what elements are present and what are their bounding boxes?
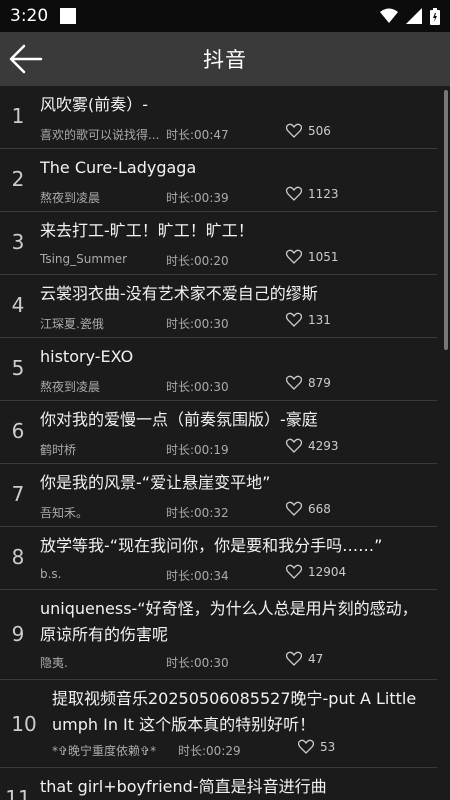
signal-icon — [406, 8, 422, 24]
like-count[interactable]: 47 — [286, 651, 323, 666]
song-title: 提取视频音乐20250506085527晚宁-put A Little umph… — [52, 689, 417, 734]
list-item[interactable]: 11 that girl+boyfriend-简直是抖音进行曲 — [0, 768, 437, 800]
battery-icon — [430, 7, 440, 25]
duration: 时长:00:39 — [166, 191, 229, 205]
heart-icon — [286, 651, 302, 666]
artist-name: *✞晚宁重度依赖✞* — [52, 744, 157, 758]
heart-icon — [286, 186, 302, 201]
track-number: 2 — [11, 167, 25, 191]
like-count-value: 47 — [308, 651, 324, 666]
heart-icon — [286, 564, 302, 579]
song-title: history-EXO — [40, 347, 134, 366]
like-count[interactable]: 4293 — [286, 438, 339, 453]
artist-name: 吾知禾。 — [40, 506, 89, 520]
wifi-icon — [380, 8, 398, 23]
artist-name: Tsing_Summer — [40, 252, 128, 266]
artist-name: b.s. — [40, 567, 62, 581]
song-title: 你是我的风景-“爱让悬崖变平地” — [40, 473, 271, 492]
song-list[interactable]: 1 风吹雾(前奏）- 喜欢的歌可以说找得... 时长:00:47 506 2 The Cur… — [0, 86, 450, 800]
track-number: 5 — [11, 356, 25, 380]
like-count[interactable]: 12904 — [286, 564, 346, 579]
song-title: 来去打工-旷工！旷工！旷工！ — [40, 221, 254, 240]
like-count-value: 506 — [308, 123, 331, 138]
song-title: that girl+boyfriend-简直是抖音进行曲 — [40, 777, 327, 796]
heart-icon — [286, 375, 302, 390]
duration: 时长:00:30 — [166, 317, 229, 331]
like-count[interactable]: 668 — [286, 501, 331, 516]
duration: 时长:00:32 — [166, 506, 229, 520]
artist-name: 隐夷. — [40, 656, 68, 670]
app-bar: 抖音 — [0, 32, 450, 86]
status-time: 3:20 — [10, 6, 49, 26]
track-number: 7 — [11, 482, 25, 506]
like-count[interactable]: 506 — [286, 123, 331, 138]
heart-icon — [286, 501, 302, 516]
duration: 时长:00:34 — [166, 569, 229, 583]
duration: 时长:00:29 — [178, 744, 241, 758]
page-title: 抖音 — [203, 48, 247, 72]
track-number: 8 — [11, 545, 25, 569]
list-item[interactable]: 10 提取视频音乐20250506085527晚宁-put A Little um… — [0, 680, 437, 768]
scrollbar[interactable] — [444, 90, 448, 350]
duration: 时长:00:30 — [166, 656, 229, 670]
track-number: 11 — [5, 786, 31, 800]
artist-name: 熬夜到凌晨 — [40, 380, 101, 394]
track-number: 3 — [11, 230, 25, 254]
status-bar: 3:20 — [0, 0, 450, 32]
like-count[interactable]: 879 — [286, 375, 331, 390]
like-count-value: 1123 — [308, 186, 339, 201]
track-number: 4 — [11, 293, 25, 317]
like-count-value: 1051 — [308, 249, 339, 264]
like-count-value: 12904 — [308, 564, 347, 579]
duration: 时长:00:30 — [166, 380, 229, 394]
list-item[interactable]: 3 来去打工-旷工！旷工！旷工！ Tsing_Summer 时长:00:20 1051 — [0, 212, 437, 275]
artist-name: 江琛夏.瓷俄 — [40, 317, 104, 331]
artist-name: 熬夜到凌晨 — [40, 191, 101, 205]
song-title: The Cure-Ladygaga — [40, 158, 197, 177]
list-item[interactable]: 6 你对我的爱慢一点（前奏氛围版）-豪庭鹤时桥 时长:00:19 4293 — [0, 401, 437, 464]
like-count-value: 879 — [308, 375, 331, 390]
list-item[interactable]: 8 放学等我-“现在我问你，你是要和我分手吗……” b.s. 时长:00:34 1290… — [0, 527, 437, 590]
track-number: 9 — [11, 622, 25, 646]
artist-name: 鹤时桥 — [40, 443, 77, 457]
heart-icon — [286, 438, 302, 453]
song-title: uniqueness-“好奇怪，为什么人总是用片刻的感动，原谅所有的伤害呢 — [40, 599, 418, 644]
like-count[interactable]: 1123 — [286, 186, 339, 201]
duration: 时长:00:19 — [166, 443, 229, 457]
list-item[interactable]: 9 uniqueness-“好奇怪，为什么人总是用片刻的感动，原谅所有的伤害呢隐夷… — [0, 590, 437, 680]
heart-icon — [286, 312, 302, 327]
heart-icon — [286, 123, 302, 138]
like-count-value: 131 — [308, 312, 331, 327]
song-title: 云裳羽衣曲-没有艺术家不爱自己的缪斯 — [40, 284, 318, 303]
list-item[interactable]: 1 风吹雾(前奏）- 喜欢的歌可以说找得... 时长:00:47 506 — [0, 86, 437, 149]
list-item[interactable]: 7 你是我的风景-“爱让悬崖变平地” 吾知禾。 时长:00:32 668 — [0, 464, 437, 527]
duration: 时长:00:20 — [166, 254, 229, 268]
track-number: 6 — [11, 419, 25, 443]
track-number: 10 — [11, 712, 37, 736]
like-count-value: 668 — [308, 501, 331, 516]
like-count-value: 53 — [320, 739, 336, 754]
like-count[interactable]: 53 — [298, 739, 335, 754]
like-count[interactable]: 1051 — [286, 249, 339, 264]
track-number: 1 — [11, 104, 25, 128]
back-arrow-icon[interactable] — [8, 42, 44, 76]
list-item[interactable]: 5 history-EXO 熬夜到凌晨 时长:00:30 879 — [0, 338, 437, 401]
song-title: 放学等我-“现在我问你，你是要和我分手吗……” — [40, 536, 383, 555]
list-item[interactable]: 2 The Cure-Ladygaga 熬夜到凌晨 时长:00:39 1123 — [0, 149, 437, 212]
heart-icon — [298, 739, 314, 754]
artist-name: 喜欢的歌可以说找得... — [40, 128, 160, 142]
heart-icon — [286, 249, 302, 264]
list-item[interactable]: 4 云裳羽衣曲-没有艺术家不爱自己的缪斯江琛夏.瓷俄 时长:00:30 131 — [0, 275, 437, 338]
like-count-value: 4293 — [308, 438, 339, 453]
song-title: 风吹雾(前奏）- — [40, 95, 149, 114]
notification-icon — [60, 8, 77, 24]
song-title: 你对我的爱慢一点（前奏氛围版）-豪庭 — [40, 410, 318, 429]
like-count[interactable]: 131 — [286, 312, 331, 327]
duration: 时长:00:47 — [166, 128, 229, 142]
